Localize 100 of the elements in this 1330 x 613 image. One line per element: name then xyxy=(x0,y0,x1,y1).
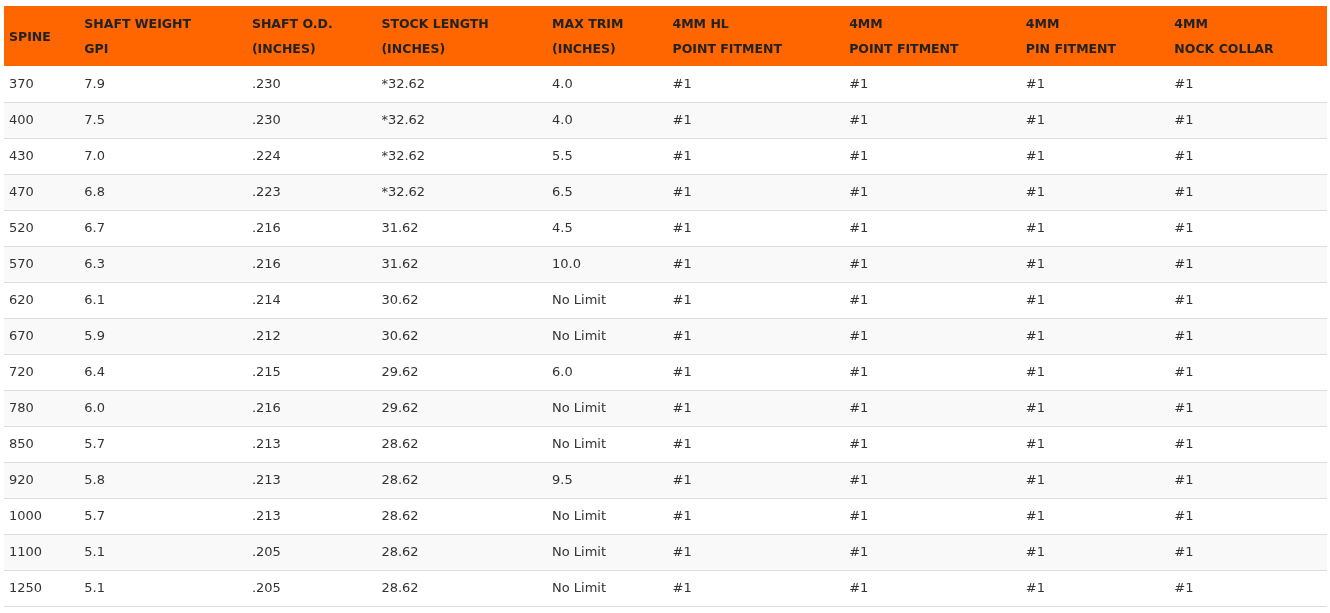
table-cell: 5.1 xyxy=(84,580,105,596)
table-cell: 7.0 xyxy=(84,148,105,164)
table-cell: 30.62 xyxy=(381,328,419,344)
column-header: STOCK LENGTH (INCHES) xyxy=(381,15,489,58)
table-cell: 31.62 xyxy=(381,256,419,272)
table-cell: 6.8 xyxy=(84,184,105,200)
table-cell: #1 xyxy=(672,436,692,452)
table-cell: #1 xyxy=(672,148,692,164)
table-cell: #1 xyxy=(849,508,869,524)
table-cell: 430 xyxy=(9,148,34,164)
table-cell: No Limit xyxy=(552,400,607,416)
column-header: SPINE xyxy=(9,27,51,46)
table-cell: #1 xyxy=(672,508,692,524)
table-cell: #1 xyxy=(672,400,692,416)
table-cell: #1 xyxy=(849,112,869,128)
table-cell: 7.5 xyxy=(84,112,105,128)
table-cell: #1 xyxy=(1025,472,1045,488)
table-cell: #1 xyxy=(672,328,692,344)
table-cell: #1 xyxy=(1174,112,1194,128)
table-cell: #1 xyxy=(1174,544,1194,560)
table-cell: .230 xyxy=(251,76,281,91)
table-cell: #1 xyxy=(1025,508,1045,524)
table-cell: #1 xyxy=(1025,544,1045,560)
table-cell: 29.62 xyxy=(381,400,419,416)
table-cell: 7.9 xyxy=(84,76,105,91)
table-cell: 520 xyxy=(9,220,34,236)
table-cell: 5.1 xyxy=(84,544,105,560)
table-cell: 29.62 xyxy=(381,364,419,380)
table-cell: .213 xyxy=(251,472,281,488)
table-cell: 6.0 xyxy=(84,400,105,416)
table-cell: 5.7 xyxy=(84,436,105,452)
table-cell: 1250 xyxy=(9,580,43,596)
table-cell: 400 xyxy=(9,112,34,128)
table-cell: #1 xyxy=(1174,364,1194,380)
table-cell: #1 xyxy=(672,580,692,596)
table-cell: 850 xyxy=(9,436,34,452)
table-cell: 6.0 xyxy=(552,364,573,380)
table-cell: 370 xyxy=(9,76,34,91)
column-header: MAX TRIM (INCHES) xyxy=(552,15,624,58)
table-cell: #1 xyxy=(672,256,692,272)
table-cell: #1 xyxy=(1174,76,1194,91)
table-cell: #1 xyxy=(1174,472,1194,488)
table-cell: .215 xyxy=(251,364,281,380)
table-cell: 6.1 xyxy=(84,292,105,308)
table-cell: 570 xyxy=(9,256,34,272)
table-cell: #1 xyxy=(1174,436,1194,452)
table-cell: 28.62 xyxy=(381,544,419,560)
table-cell: 28.62 xyxy=(381,472,419,488)
table-cell: 6.7 xyxy=(84,220,105,236)
table-cell: #1 xyxy=(1174,292,1194,308)
table-cell: #1 xyxy=(1174,220,1194,236)
table-cell: #1 xyxy=(1025,148,1045,164)
table-cell: #1 xyxy=(1025,364,1045,380)
table-cell: #1 xyxy=(672,220,692,236)
table-cell: No Limit xyxy=(552,580,607,596)
column-header: SHAFT O.D. (INCHES) xyxy=(251,15,333,58)
table-cell: #1 xyxy=(672,76,692,91)
table-cell: 9.5 xyxy=(552,472,573,488)
table-cell: #1 xyxy=(1025,256,1045,272)
table-cell: 31.62 xyxy=(381,220,419,236)
table-cell: 5.5 xyxy=(552,148,573,164)
table-cell: #1 xyxy=(849,436,869,452)
table-cell: #1 xyxy=(1025,292,1045,308)
table-cell: .216 xyxy=(251,220,281,236)
table-cell: .224 xyxy=(251,148,281,164)
table-cell: 6.3 xyxy=(84,256,105,272)
table-cell: 6.5 xyxy=(552,184,573,200)
table-cell: .230 xyxy=(251,112,281,128)
table-cell: #1 xyxy=(849,472,869,488)
table-cell: #1 xyxy=(672,472,692,488)
table-cell: #1 xyxy=(1174,148,1194,164)
table-cell: #1 xyxy=(672,184,692,200)
table-cell: #1 xyxy=(1174,508,1194,524)
table-cell: 720 xyxy=(9,364,34,380)
table-cell: #1 xyxy=(1174,328,1194,344)
table-cell: *32.62 xyxy=(381,112,426,128)
table-cell: 1100 xyxy=(9,544,43,560)
table-cell: #1 xyxy=(1174,256,1194,272)
table-cell: .205 xyxy=(251,580,281,596)
table-cell: #1 xyxy=(849,292,869,308)
table-cell: #1 xyxy=(849,544,869,560)
table-cell: 6.4 xyxy=(84,364,105,380)
table-cell: #1 xyxy=(672,292,692,308)
table-cell: 1000 xyxy=(9,508,43,524)
table-cell: #1 xyxy=(849,580,869,596)
table-cell: #1 xyxy=(849,76,869,91)
table-cell: .214 xyxy=(251,292,281,308)
table-cell: 28.62 xyxy=(381,436,419,452)
table-cell: #1 xyxy=(1174,184,1194,200)
table-cell: 620 xyxy=(9,292,34,308)
table-cell: 28.62 xyxy=(381,508,419,524)
table-cell: 470 xyxy=(9,184,34,200)
table-cell: *32.62 xyxy=(381,184,426,200)
table-cell: .212 xyxy=(251,328,281,344)
table-cell: #1 xyxy=(1025,220,1045,236)
table-cell: .223 xyxy=(251,184,281,200)
table-cell: 670 xyxy=(9,328,34,344)
table-cell: #1 xyxy=(1025,436,1045,452)
table-cell: #1 xyxy=(849,256,869,272)
table-cell: #1 xyxy=(849,148,869,164)
